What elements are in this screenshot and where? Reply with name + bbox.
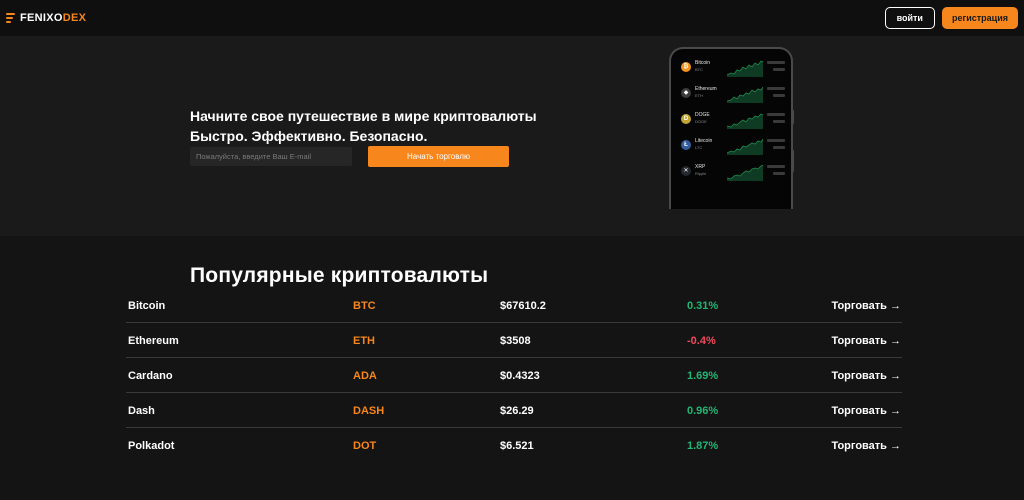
trade-link[interactable]: Торговать → bbox=[831, 300, 901, 312]
coin-symbol: ETH bbox=[353, 335, 375, 347]
phone-coin-row: ₿ Bitcoin BTC bbox=[679, 59, 785, 77]
email-input[interactable] bbox=[190, 147, 352, 166]
logo-icon bbox=[6, 12, 16, 24]
coin-price: $6.521 bbox=[500, 440, 534, 452]
litecoin-icon: Ł bbox=[681, 140, 691, 150]
phone-side-button bbox=[791, 150, 794, 172]
phone-coin-ticker: LTC bbox=[695, 145, 703, 150]
popular-title: Популярные криптовалюты bbox=[190, 264, 489, 287]
phone-coin-price-placeholder bbox=[767, 165, 785, 168]
coin-symbol: DASH bbox=[353, 405, 385, 417]
phone-coin-name: DOGE bbox=[695, 112, 710, 118]
sparkline-chart bbox=[727, 138, 763, 155]
trade-link[interactable]: Торговать → bbox=[831, 370, 901, 382]
register-button[interactable]: регистрация bbox=[941, 7, 1018, 29]
table-row: Bitcoin BTC $67610.2 0.31% Торговать → bbox=[126, 288, 902, 323]
login-button[interactable]: войти bbox=[884, 7, 935, 29]
coin-change: 1.69% bbox=[687, 370, 719, 382]
phone-coin-row: ◆ Ethereum ETH bbox=[679, 85, 785, 103]
phone-coin-name: Bitcoin bbox=[695, 60, 711, 66]
phone-coin-price-placeholder bbox=[767, 113, 785, 116]
start-trading-button[interactable]: Начать торговлю bbox=[368, 146, 509, 167]
phone-coin-ticker: ETH bbox=[695, 93, 703, 98]
xrp-icon: ✕ bbox=[681, 166, 691, 176]
crypto-table: Bitcoin BTC $67610.2 0.31% Торговать → Ethere… bbox=[126, 288, 902, 463]
top-navbar: FENIXODEX войти регистрация bbox=[0, 0, 1024, 36]
trade-link[interactable]: Торговать → bbox=[831, 335, 901, 347]
header-actions: войти регистрация bbox=[884, 7, 1018, 29]
phone-coin-price-placeholder bbox=[767, 87, 785, 90]
phone-coin-ticker: Ripple bbox=[695, 171, 707, 176]
phone-coin-ticker: DOGE bbox=[695, 119, 707, 124]
table-row: Ethereum ETH $3508 -0.4% Торговать → bbox=[126, 323, 902, 358]
coin-change: -0.4% bbox=[687, 335, 716, 347]
phone-coin-change-placeholder bbox=[773, 120, 785, 123]
coin-change: 0.31% bbox=[687, 300, 719, 312]
coin-price: $67610.2 bbox=[500, 300, 546, 312]
coin-name: Polkadot bbox=[128, 440, 175, 452]
coin-name: Bitcoin bbox=[128, 300, 166, 312]
phone-coin-name: XRP bbox=[695, 164, 706, 170]
logo-text-part2: DEX bbox=[62, 12, 87, 24]
logo-text: FENIXODEX bbox=[20, 12, 86, 24]
phone-side-button bbox=[791, 110, 794, 124]
coin-name: Cardano bbox=[128, 370, 173, 382]
trade-link[interactable]: Торговать → bbox=[831, 440, 901, 452]
bitcoin-icon: ₿ bbox=[681, 62, 691, 72]
coin-change: 1.87% bbox=[687, 440, 719, 452]
coin-name: Ethereum bbox=[128, 335, 179, 347]
phone-coin-row: Ł Litecoin LTC bbox=[679, 137, 785, 155]
hero-title: Начните свое путешествие в мире криптова… bbox=[190, 106, 537, 146]
phone-coin-change-placeholder bbox=[773, 172, 785, 175]
table-row: Polkadot DOT $6.521 1.87% Торговать → bbox=[126, 428, 902, 463]
phone-coin-price-placeholder bbox=[767, 139, 785, 142]
phone-coin-change-placeholder bbox=[773, 68, 785, 71]
phone-coin-price-placeholder bbox=[767, 61, 785, 64]
phone-coin-name: Ethereum bbox=[695, 86, 717, 92]
coin-name: Dash bbox=[128, 405, 155, 417]
coin-symbol: BTC bbox=[353, 300, 376, 312]
sparkline-chart bbox=[727, 164, 763, 181]
hero-title-line1: Начните свое путешествие в мире криптова… bbox=[190, 108, 537, 124]
coin-change: 0.96% bbox=[687, 405, 719, 417]
coin-symbol: DOT bbox=[353, 440, 377, 452]
phone-coin-change-placeholder bbox=[773, 146, 785, 149]
coin-symbol: ADA bbox=[353, 370, 377, 382]
phone-coin-name: Litecoin bbox=[695, 138, 713, 144]
logo-text-part1: FENIXO bbox=[20, 12, 63, 24]
sparkline-chart bbox=[727, 60, 763, 77]
coin-price: $26.29 bbox=[500, 405, 534, 417]
hero-section: Начните свое путешествие в мире криптова… bbox=[0, 36, 1024, 236]
sparkline-chart bbox=[727, 113, 763, 129]
phone-mockup: ₿ Bitcoin BTC ◆ Ethereum ETH D DOGE DOGE Ł Litecoi… bbox=[669, 47, 793, 209]
hero-title-line2: Быстро. Эффективно. Безопасно. bbox=[190, 128, 428, 144]
phone-coin-ticker: BTC bbox=[695, 67, 703, 72]
phone-coin-row: D DOGE DOGE bbox=[679, 111, 785, 129]
sparkline-area bbox=[727, 165, 763, 181]
logo[interactable]: FENIXODEX bbox=[6, 12, 86, 24]
ethereum-icon: ◆ bbox=[681, 88, 691, 98]
table-row: Dash DASH $26.29 0.96% Торговать → bbox=[126, 393, 902, 428]
phone-coin-row: ✕ XRP Ripple bbox=[679, 163, 785, 181]
doge-icon: D bbox=[681, 114, 691, 124]
coin-price: $0.4323 bbox=[500, 370, 540, 382]
sparkline-chart bbox=[727, 86, 763, 103]
sparkline-area bbox=[727, 61, 763, 77]
table-row: Cardano ADA $0.4323 1.69% Торговать → bbox=[126, 358, 902, 393]
phone-coin-change-placeholder bbox=[773, 94, 785, 97]
coin-price: $3508 bbox=[500, 335, 531, 347]
trade-link[interactable]: Торговать → bbox=[831, 405, 901, 417]
